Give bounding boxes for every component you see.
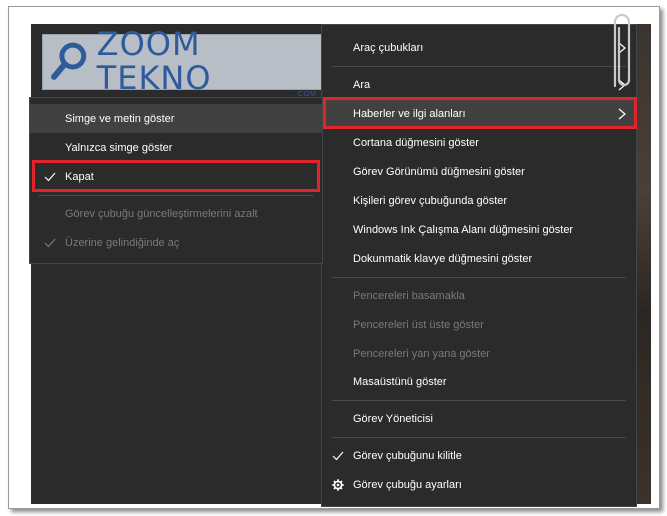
- menu-separator: [38, 195, 314, 196]
- paperclip-icon: [613, 13, 631, 88]
- menu-item-show-windows-ink[interactable]: Windows Ink Çalışma Alanı düğmesini göst…: [322, 215, 636, 244]
- menu-item-cascade-windows: Pencereleri basamakla: [322, 281, 636, 310]
- menu-item-label: Yalnızca simge göster: [65, 141, 173, 154]
- menu-item-label: Kapat: [65, 170, 94, 183]
- menu-item-label: Windows Ink Çalışma Alanı düğmesini göst…: [353, 223, 574, 236]
- menu-item-label: Pencereleri basamakla: [353, 289, 465, 302]
- menu-item-show-desktop[interactable]: Masaüstünü göster: [322, 367, 636, 396]
- menu-item-label: Görev çubuğu ayarları: [353, 478, 462, 491]
- magnifier-icon: [50, 42, 87, 80]
- news-and-interests-submenu: Simge ve metin göster Yalnızca simge gös…: [29, 97, 323, 264]
- menu-item-side-by-side-windows: Pencereleri yan yana göster: [322, 339, 636, 368]
- checkmark-icon: [44, 172, 56, 181]
- submenu-item-turn-off[interactable]: Kapat: [30, 162, 322, 191]
- menu-item-stack-windows: Pencereleri üst üste göster: [322, 310, 636, 339]
- menu-item-label: Görev çubuğunu kilitle: [353, 449, 462, 462]
- menu-item-show-touch-keyboard[interactable]: Dokunmatik klavye düğmesini göster: [322, 244, 636, 273]
- menu-item-lock-taskbar[interactable]: Görev çubuğunu kilitle: [322, 441, 636, 470]
- submenu-item-open-on-hover: Üzerine gelindiğinde aç: [30, 228, 322, 257]
- menu-item-news-and-interests[interactable]: Haberler ve ilgi alanları: [322, 99, 636, 128]
- menu-item-label: Ara: [353, 78, 371, 91]
- menu-item-label: Araç çubukları: [353, 41, 424, 54]
- submenu-item-show-icon-and-text[interactable]: Simge ve metin göster: [30, 104, 322, 133]
- chevron-right-icon: [618, 108, 626, 119]
- submenu-item-reduce-updates: Görev çubuğu güncelleştirmelerini azalt: [30, 199, 322, 228]
- checkmark-icon: [44, 238, 56, 247]
- menu-item-label: Pencereleri üst üste göster: [353, 318, 484, 331]
- site-logo: ZOOM TEKNO .COM: [42, 27, 326, 98]
- menu-item-toolbars[interactable]: Araç çubukları: [322, 33, 636, 62]
- menu-item-taskbar-settings[interactable]: Görev çubuğu ayarları: [322, 470, 636, 499]
- gear-icon: [332, 478, 344, 491]
- menu-item-label: Simge ve metin göster: [65, 112, 175, 125]
- menu-item-label: Üzerine gelindiğinde aç: [65, 236, 180, 249]
- logo-title: ZOOM TEKNO: [96, 24, 212, 97]
- menu-separator: [332, 277, 626, 278]
- menu-item-label: Görev çubuğu güncelleştirmelerini azalt: [65, 207, 258, 220]
- menu-item-show-people[interactable]: Kişileri görev çubuğunda göster: [322, 186, 636, 215]
- taskbar-context-menu: Araç çubukları Ara Haberler ve ilgi alan…: [321, 24, 637, 507]
- menu-item-label: Masaüstünü göster: [353, 375, 447, 388]
- menu-item-label: Haberler ve ilgi alanları: [353, 107, 466, 120]
- menu-item-label: Kişileri görev çubuğunda göster: [353, 194, 508, 207]
- menu-separator: [332, 400, 626, 401]
- menu-item-label: Görev Yöneticisi: [353, 412, 433, 425]
- checkmark-icon: [332, 451, 344, 460]
- logo-text: ZOOM TEKNO .COM: [97, 27, 325, 98]
- menu-item-show-cortana[interactable]: Cortana düğmesini göster: [322, 128, 636, 157]
- menu-item-task-manager[interactable]: Görev Yöneticisi: [322, 404, 636, 433]
- menu-item-label: Görev Görünümü düğmesini göster: [353, 165, 525, 178]
- menu-item-label: Dokunmatik klavye düğmesini göster: [353, 252, 533, 265]
- menu-item-label: Pencereleri yan yana göster: [353, 347, 490, 360]
- menu-separator: [332, 66, 626, 67]
- menu-separator: [332, 437, 626, 438]
- menu-item-show-task-view[interactable]: Görev Görünümü düğmesini göster: [322, 157, 636, 186]
- submenu-item-show-icon-only[interactable]: Yalnızca simge göster: [30, 133, 322, 162]
- menu-item-search[interactable]: Ara: [322, 70, 636, 99]
- menu-item-label: Cortana düğmesini göster: [353, 136, 479, 149]
